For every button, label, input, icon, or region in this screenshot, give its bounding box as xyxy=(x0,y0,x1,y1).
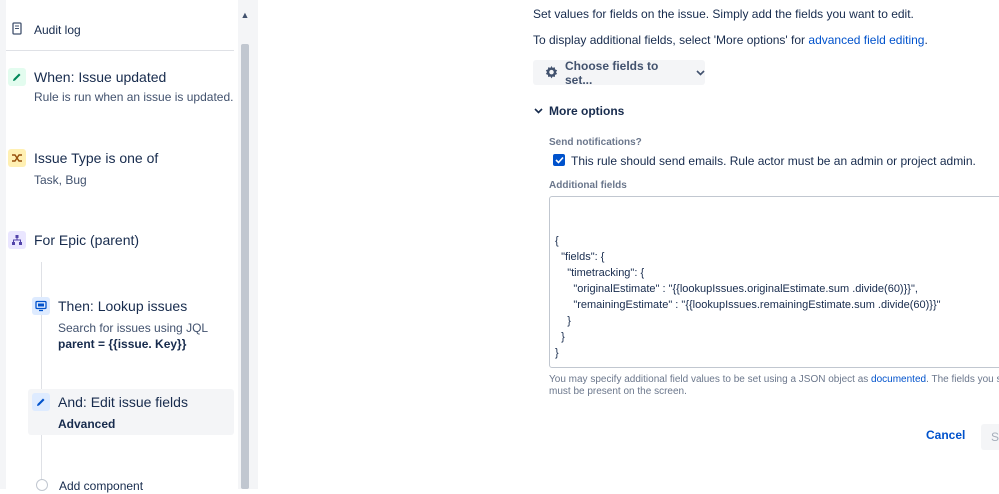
chevron-down-icon xyxy=(534,108,543,114)
panel-divider xyxy=(251,0,258,489)
save-button[interactable]: Sa xyxy=(981,424,999,450)
shuffle-icon xyxy=(8,149,26,167)
advanced-hint: To display additional fields, select 'Mo… xyxy=(533,33,928,47)
monitor-icon xyxy=(32,297,50,315)
pencil-icon xyxy=(8,68,26,86)
scroll-up-icon[interactable]: ▲ xyxy=(240,10,250,20)
send-notifications-checkbox[interactable] xyxy=(553,154,565,166)
component-branch[interactable]: For Epic (parent) xyxy=(8,231,139,249)
choose-fields-button[interactable]: Choose fields to set... xyxy=(533,58,705,87)
component-condition[interactable]: Issue Type is one of Task, Bug xyxy=(8,149,158,188)
code-line: } xyxy=(555,347,559,359)
component-title: Then: Lookup issues xyxy=(58,298,188,314)
checkmark-icon xyxy=(554,156,564,164)
hierarchy-icon xyxy=(8,231,26,249)
more-options-label: More options xyxy=(549,104,625,118)
code-line: } xyxy=(555,331,565,343)
chevron-down-icon xyxy=(696,69,705,76)
scrollbar-thumb[interactable] xyxy=(241,44,249,489)
sidebar-edge xyxy=(0,0,6,489)
audit-log-label: Audit log xyxy=(34,23,81,37)
help-text: You may specify additional field values … xyxy=(549,374,999,385)
component-title: When: Issue updated xyxy=(34,69,167,85)
code-line: { xyxy=(555,235,559,247)
component-title: Issue Type is one of xyxy=(34,150,159,166)
component-subtitle: Search for issues using JQL xyxy=(58,321,209,335)
code-line: } xyxy=(555,315,571,327)
component-trigger[interactable]: When: Issue updated Rule is run when an … xyxy=(8,68,233,105)
cancel-button[interactable]: Cancel xyxy=(926,428,965,442)
intro-text: Set values for fields on the issue. Simp… xyxy=(533,7,914,21)
documented-link[interactable]: documented xyxy=(871,374,926,385)
code-line: "originalEstimate" : "{{lookupIssues.ori… xyxy=(555,283,918,295)
add-component-label: Add component xyxy=(59,479,144,493)
advanced-field-editing-link[interactable]: advanced field editing xyxy=(808,33,924,47)
pencil-icon xyxy=(32,393,50,411)
component-lookup[interactable]: Then: Lookup issues Search for issues us… xyxy=(32,297,208,352)
help-text-start: You may specify additional field values … xyxy=(549,374,872,385)
component-title: For Epic (parent) xyxy=(34,232,140,248)
component-title: And: Edit issue fields xyxy=(58,394,188,410)
component-subtitle: Advanced xyxy=(58,417,116,431)
code-line: "fields": { xyxy=(555,251,605,263)
component-edit-issue[interactable]: And: Edit issue fields Advanced xyxy=(32,393,188,432)
additional-fields-label: Additional fields xyxy=(549,180,627,191)
add-component-button[interactable]: Add component xyxy=(36,478,143,494)
save-label: Sa xyxy=(991,430,999,444)
audit-log-link[interactable]: Audit log xyxy=(12,22,81,38)
help-text-end: . The fields you specif xyxy=(926,374,999,385)
additional-fields-editor[interactable]: { "fields": { "timetracking": { "origina… xyxy=(549,196,999,368)
help-text-line2: must be present on the screen. xyxy=(549,386,687,397)
component-jql: parent = {{issue. Key}} xyxy=(58,337,187,351)
advanced-hint-end: . xyxy=(924,33,928,47)
code-line: "timetracking": { xyxy=(555,267,645,279)
choose-fields-label: Choose fields to set... xyxy=(565,58,659,87)
component-subtitle: Task, Bug xyxy=(34,173,87,187)
more-options-toggle[interactable]: More options xyxy=(534,104,624,118)
advanced-hint-text: To display additional fields, select 'Mo… xyxy=(533,33,809,47)
circle-icon xyxy=(36,479,48,491)
gear-icon xyxy=(544,65,559,80)
divider xyxy=(6,50,234,51)
component-subtitle: Rule is run when an issue is updated. xyxy=(34,90,234,104)
code-line: "remainingEstimate" : "{{lookupIssues.re… xyxy=(555,299,941,311)
send-notifications-text: This rule should send emails. Rule actor… xyxy=(571,154,976,168)
send-notifications-label: Send notifications? xyxy=(549,137,642,148)
document-icon xyxy=(12,22,24,36)
